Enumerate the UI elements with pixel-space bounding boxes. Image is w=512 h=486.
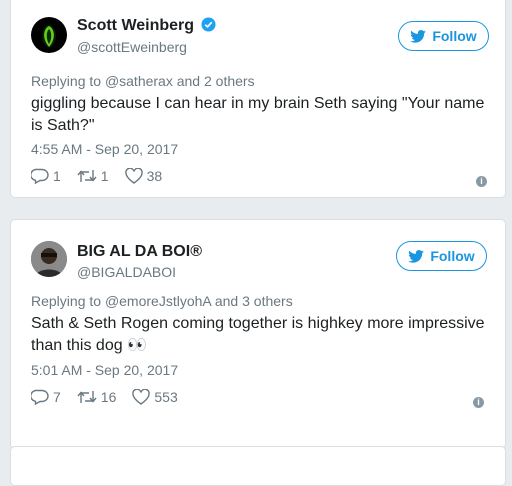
reply-action[interactable]: 7: [31, 389, 61, 405]
reply-icon: [31, 389, 49, 405]
twitter-bird-icon: [408, 249, 425, 263]
heart-icon: [132, 389, 151, 405]
follow-button[interactable]: Follow: [398, 21, 489, 51]
retweet-count: 1: [100, 168, 109, 184]
avatar[interactable]: [31, 17, 67, 53]
retweet-icon: [77, 391, 97, 403]
tweet-text: giggling because I can hear in my brain …: [31, 95, 485, 134]
reply-count: 1: [53, 168, 61, 184]
verified-badge-icon: [200, 17, 216, 32]
display-name[interactable]: Scott Weinberg: [77, 17, 216, 35]
twitter-bird-icon: [410, 29, 427, 43]
reply-action[interactable]: 1: [31, 168, 61, 184]
tweet-actions: 7 16 553: [31, 389, 194, 405]
retweet-icon: [77, 170, 97, 182]
reply-mentions[interactable]: @emoreJstlyohA and 3 others: [105, 293, 293, 309]
user-handle[interactable]: @scottEweinberg: [77, 39, 187, 55]
reply-count: 7: [53, 389, 61, 405]
user-handle[interactable]: @BIGALDABOI: [77, 264, 176, 280]
reply-context: Replying to @emoreJstlyohA and 3 others: [31, 293, 293, 309]
reply-mentions[interactable]: @satherax and 2 others: [105, 73, 255, 89]
retweet-action[interactable]: 1: [77, 168, 109, 184]
info-icon[interactable]: i: [473, 397, 484, 408]
like-action[interactable]: 38: [124, 168, 163, 184]
retweet-action[interactable]: 16: [77, 389, 117, 405]
like-action[interactable]: 553: [132, 389, 178, 405]
display-name[interactable]: BIG AL DA BOI®: [77, 243, 202, 261]
retweet-count: 16: [100, 389, 117, 405]
reply-prefix: Replying to: [31, 293, 102, 309]
follow-button[interactable]: Follow: [396, 241, 487, 271]
avatar[interactable]: [31, 241, 67, 277]
tweet-card: Scott Weinberg @scottEweinberg Follow Re…: [10, 0, 506, 198]
reply-prefix: Replying to: [31, 73, 102, 89]
tweet-timestamp[interactable]: 5:01 AM - Sep 20, 2017: [31, 362, 178, 378]
tweet-timestamp[interactable]: 4:55 AM - Sep 20, 2017: [31, 141, 178, 157]
like-count: 553: [154, 389, 178, 405]
follow-label: Follow: [430, 248, 475, 264]
tweet-card: BIG AL DA BOI® @BIGALDABOI Follow Replyi…: [10, 219, 506, 449]
reply-icon: [31, 168, 49, 184]
info-icon[interactable]: i: [476, 176, 487, 187]
heart-icon: [124, 168, 143, 184]
follow-label: Follow: [432, 28, 477, 44]
like-count: 38: [146, 168, 163, 184]
reply-context: Replying to @satherax and 2 others: [31, 73, 255, 89]
tweet-actions: 1 1 38: [31, 168, 178, 184]
tweet-card-partial: [10, 446, 506, 486]
tweet-text: Sath & Seth Rogen coming together is hig…: [31, 315, 485, 354]
